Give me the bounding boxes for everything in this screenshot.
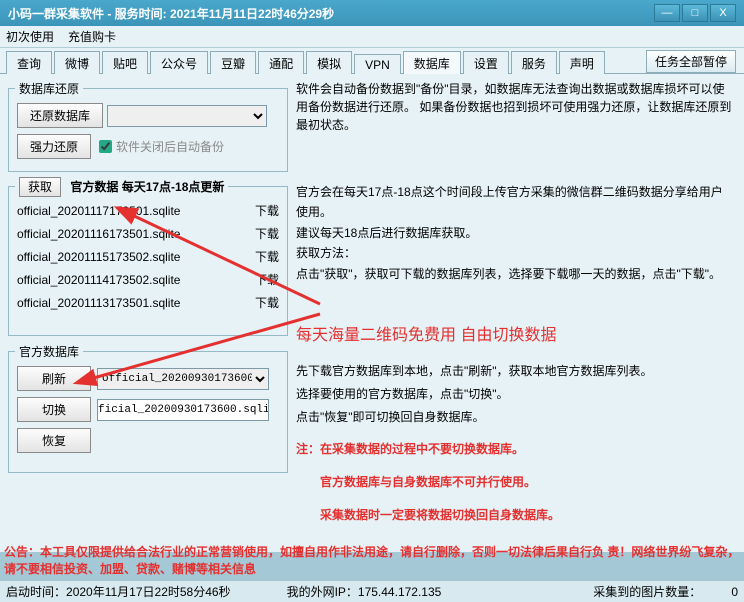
restore-select[interactable] bbox=[107, 105, 267, 127]
auto-backup-input[interactable] bbox=[99, 140, 112, 153]
restore-legend: 数据库还原 bbox=[15, 80, 83, 97]
download-link[interactable]: 下载 bbox=[255, 294, 279, 311]
fetch-legend: 官方数据 每天17点-18点更新 bbox=[70, 180, 224, 194]
tab-7[interactable]: VPN bbox=[354, 54, 401, 74]
restore-db-button[interactable]: 还原数据库 bbox=[17, 103, 103, 128]
tab-0[interactable]: 查询 bbox=[6, 51, 52, 74]
window-title: 小码一群采集软件 - 服务时间: 2021年11月11日22时46分29秒 bbox=[8, 5, 654, 22]
menu-first-use[interactable]: 初次使用 bbox=[6, 28, 54, 45]
file-row: official_20201113173501.sqlite 下载 bbox=[11, 291, 285, 314]
file-name: official_20201115173502.sqlite bbox=[17, 250, 180, 264]
tab-3[interactable]: 公众号 bbox=[150, 51, 208, 74]
promo-banner: 每天海量二维码免费用 自由切换数据 bbox=[296, 322, 734, 349]
download-link[interactable]: 下载 bbox=[255, 202, 279, 219]
tab-1[interactable]: 微博 bbox=[54, 51, 100, 74]
footer-warning: 公告：本工具仅限提供给合法行业的正常营销使用，如擅自用作非法用途，请自行删除，否… bbox=[4, 544, 740, 578]
download-link[interactable]: 下载 bbox=[255, 225, 279, 242]
file-row: official_20201116173501.sqlite 下载 bbox=[11, 222, 285, 245]
db-desc-2: 选择要使用的官方数据库，点击"切换"。 bbox=[296, 383, 734, 406]
force-restore-button[interactable]: 强力还原 bbox=[17, 134, 91, 159]
refresh-button[interactable]: 刷新 bbox=[17, 366, 91, 391]
file-name: official_20201117173501.sqlite bbox=[17, 204, 180, 218]
tab-4[interactable]: 豆瓣 bbox=[210, 51, 256, 74]
db-desc-3: 点击"恢复"即可切换回自身数据库。 bbox=[296, 406, 734, 429]
tab-10[interactable]: 服务 bbox=[511, 51, 557, 74]
status-image-count: 采集到的图片数量： bbox=[593, 583, 701, 600]
restore-description: 软件会自动备份数据到"备份"目录，如数据库无法查询出数据或数据库损坏可以使用备份… bbox=[296, 80, 734, 134]
fetch-desc-2: 建议每天18点后进行数据库获取。 bbox=[296, 223, 734, 243]
fetch-desc-1: 官方会在每天17点-18点这个时间段上传官方采集的微信群二维码数据分享给用户使用… bbox=[296, 182, 734, 223]
minimize-button[interactable]: — bbox=[654, 4, 680, 22]
file-row: official_20201117173501.sqlite 下载 bbox=[11, 199, 285, 222]
switch-button[interactable]: 切换 bbox=[17, 397, 91, 422]
recover-button[interactable]: 恢复 bbox=[17, 428, 91, 453]
tab-9[interactable]: 设置 bbox=[463, 51, 509, 74]
file-row: official_20201115173502.sqlite 下载 bbox=[11, 245, 285, 268]
tab-5[interactable]: 通配 bbox=[258, 51, 304, 74]
file-name: official_20201114173502.sqlite bbox=[17, 273, 180, 287]
db-warning-1: 官方数据库与自身数据库不可并行使用。 bbox=[320, 471, 734, 494]
auto-backup-checkbox[interactable]: 软件关闭后自动备份 bbox=[99, 138, 224, 155]
download-link[interactable]: 下载 bbox=[255, 271, 279, 288]
file-row: official_20201114173502.sqlite 下载 bbox=[11, 268, 285, 291]
tab-6[interactable]: 模拟 bbox=[306, 51, 352, 74]
db-select[interactable]: official_20200930173600.s bbox=[97, 368, 269, 390]
official-db-group: 官方数据库 刷新 official_20200930173600.s 切换 恢复 bbox=[8, 343, 288, 473]
maximize-button[interactable]: □ bbox=[682, 4, 708, 22]
pause-all-button[interactable]: 任务全部暂停 bbox=[646, 50, 736, 73]
db-warning-2: 采集数据时一定要将数据切换回自身数据库。 bbox=[320, 504, 734, 527]
status-start: 启动时间：2020年11月17日22时58分46秒 bbox=[6, 583, 231, 600]
menu-recharge[interactable]: 充值购卡 bbox=[68, 28, 116, 45]
db-warning-0: 注：在采集数据的过程中不要切换数据库。 bbox=[296, 438, 734, 461]
file-name: official_20201116173501.sqlite bbox=[17, 227, 180, 241]
status-image-count-value: 0 bbox=[731, 585, 738, 599]
download-link[interactable]: 下载 bbox=[255, 248, 279, 265]
auto-backup-label: 软件关闭后自动备份 bbox=[116, 138, 224, 155]
file-name: official_20201113173501.sqlite bbox=[17, 296, 180, 310]
status-ip: 我的外网IP：175.44.172.135 bbox=[287, 583, 442, 600]
restore-group: 数据库还原 还原数据库 强力还原 软件关闭后自动备份 bbox=[8, 80, 288, 172]
fetch-group: 获取 官方数据 每天17点-18点更新 official_20201117173… bbox=[8, 178, 288, 336]
tab-11[interactable]: 声明 bbox=[559, 51, 605, 74]
db-desc-1: 先下载官方数据库到本地，点击"刷新"，获取本地官方数据库列表。 bbox=[296, 360, 734, 383]
fetch-desc-3: 获取方法： bbox=[296, 243, 734, 263]
tab-8[interactable]: 数据库 bbox=[403, 51, 461, 74]
fetch-desc-4: 点击"获取"，获取可下载的数据库列表，选择要下载哪一天的数据，点击"下载"。 bbox=[296, 264, 734, 284]
fetch-button[interactable]: 获取 bbox=[19, 177, 61, 197]
close-button[interactable]: X bbox=[710, 4, 736, 22]
official-db-legend: 官方数据库 bbox=[15, 343, 83, 360]
db-path-input[interactable] bbox=[97, 399, 269, 421]
tab-2[interactable]: 贴吧 bbox=[102, 51, 148, 74]
